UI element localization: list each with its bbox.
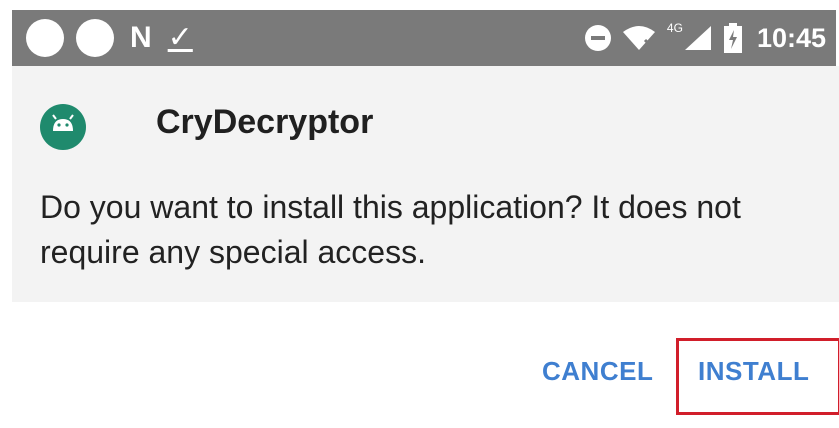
status-bar: N ✓ 4G 10:45 bbox=[12, 10, 836, 66]
nfc-n-icon: N bbox=[130, 21, 152, 54]
wifi-icon bbox=[621, 24, 657, 52]
notification-dot-icon bbox=[26, 19, 64, 57]
app-name-title: CryDecryptor bbox=[156, 103, 374, 141]
install-dialog-screen: N ✓ 4G 10:45 CryDecryptor Do you want to… bbox=[0, 0, 839, 428]
status-left: N ✓ bbox=[26, 10, 193, 66]
status-time: 10:45 bbox=[756, 22, 826, 53]
install-button[interactable]: INSTALL bbox=[698, 356, 809, 387]
network-type-label: 4G bbox=[666, 21, 683, 35]
status-right: 4G 10:45 bbox=[584, 10, 826, 66]
android-app-icon bbox=[40, 104, 86, 150]
signal-icon bbox=[683, 24, 713, 52]
install-message: Do you want to install this application?… bbox=[40, 189, 741, 270]
download-check-icon: ✓ bbox=[167, 21, 193, 54]
do-not-disturb-icon bbox=[584, 25, 611, 51]
cancel-button[interactable]: CANCEL bbox=[542, 356, 653, 387]
dialog-actions: CANCEL INSTALL bbox=[12, 302, 839, 428]
battery-icon bbox=[723, 23, 743, 53]
notification-dot-icon bbox=[76, 19, 114, 57]
